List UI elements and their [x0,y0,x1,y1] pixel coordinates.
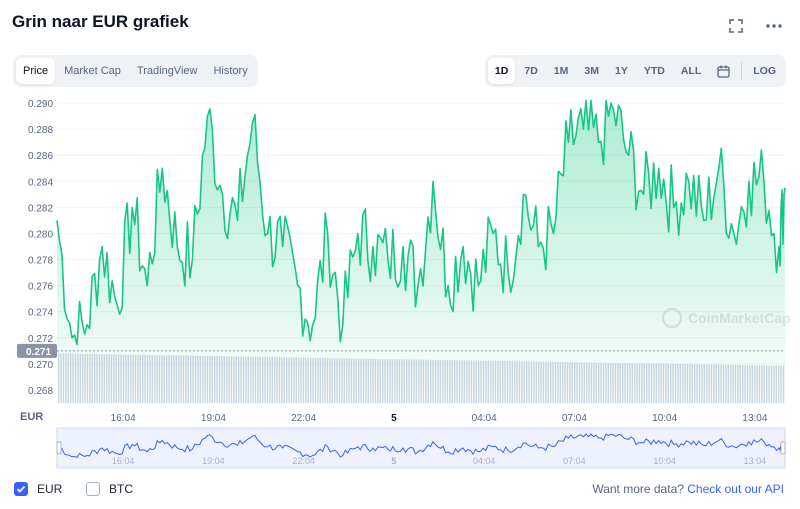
x-tick-label: 13:04 [742,413,767,424]
unchecked-box-icon [86,482,100,496]
y-tick-label: 0.286 [28,151,53,162]
api-link[interactable]: Check out our API [687,482,784,496]
range-all[interactable]: ALL [674,58,708,84]
navigator-tick-label: 16:04 [112,456,135,466]
y-tick-label: 0.274 [28,308,53,319]
x-tick-label: 5 [391,413,397,424]
current-price-label: 0.271 [26,347,51,358]
more-dots-icon[interactable] [766,18,782,34]
navigator-tick-label: 13:04 [744,456,767,466]
current-price-tag: 0.271 [17,343,57,358]
navigator-tick-label: 5 [391,456,396,466]
range-ytd[interactable]: YTD [637,58,672,84]
y-tick-label: 0.282 [28,203,53,214]
watermark-text: CoinMarketCap [688,310,791,326]
btc-label: BTC [109,482,133,496]
y-tick-label: 0.270 [28,360,53,371]
y-tick-label: 0.288 [28,125,53,136]
calendar-button[interactable] [710,58,737,84]
y-tick-label: 0.268 [28,386,53,397]
tab-market-cap[interactable]: Market Cap [57,58,128,84]
x-tick-label: 22:04 [291,413,316,424]
y-tick-label: 0.272 [28,334,53,345]
x-tick-label: 07:04 [562,413,587,424]
y-tick-label: 0.284 [28,177,53,188]
btc-checkbox[interactable]: BTC [86,482,133,496]
navigator[interactable]: 16:04 19:04 22:04 5 04:04 07:04 10:04 13:04 [56,427,786,469]
chart-tabs: Price Market Cap TradingView History [13,55,258,87]
chart-footer: EUR BTC Want more data? Check out our AP… [0,478,800,500]
eur-label: EUR [37,482,63,496]
x-axis: 16:04 19:04 22:04 5 04:04 07:04 10:04 13:04 [111,413,768,424]
eur-checkbox[interactable]: EUR [14,482,62,496]
more-data-text: Want more data? [592,482,684,496]
page-title: Grin naar EUR grafiek [12,12,189,31]
calendar-icon [717,65,730,78]
log-button[interactable]: LOG [746,58,783,84]
tab-history[interactable]: History [206,58,254,84]
navigator-handle-right[interactable] [780,441,786,455]
check-icon [14,482,28,496]
tab-price[interactable]: Price [16,58,56,84]
tab-tradingview[interactable]: TradingView [130,58,205,84]
x-tick-label: 04:04 [472,413,497,424]
y-tick-label: 0.278 [28,256,53,267]
y-tick-label: 0.280 [28,229,53,240]
price-area [57,100,785,404]
navigator-tick-label: 10:04 [653,456,676,466]
y-tick-label: 0.290 [28,99,53,110]
y-tick-label: 0.276 [28,282,53,293]
price-chart[interactable]: 0.268 0.270 0.272 0.274 0.276 0.278 0.280 0.282… [0,90,800,475]
range-1d[interactable]: 1D [487,58,516,84]
x-tick-label: 10:04 [652,413,677,424]
range-3m[interactable]: 3M [577,58,606,84]
range-7d[interactable]: 7D [517,58,544,84]
x-tick-label: 19:04 [201,413,226,424]
navigator-tick-label: 19:04 [202,456,225,466]
range-selector: 1D 7D 1M 3M 1Y YTD ALL LOG [484,55,786,87]
navigator-tick-label: 22:04 [292,456,315,466]
navigator-handle-left[interactable] [56,441,62,455]
navigator-tick-label: 07:04 [563,456,586,466]
range-1m[interactable]: 1M [547,58,576,84]
range-1y[interactable]: 1Y [608,58,635,84]
currency-label: EUR [20,411,43,423]
navigator-tick-label: 04:04 [473,456,496,466]
expand-icon[interactable] [728,18,744,34]
range-divider [741,62,743,80]
x-tick-label: 16:04 [111,413,136,424]
